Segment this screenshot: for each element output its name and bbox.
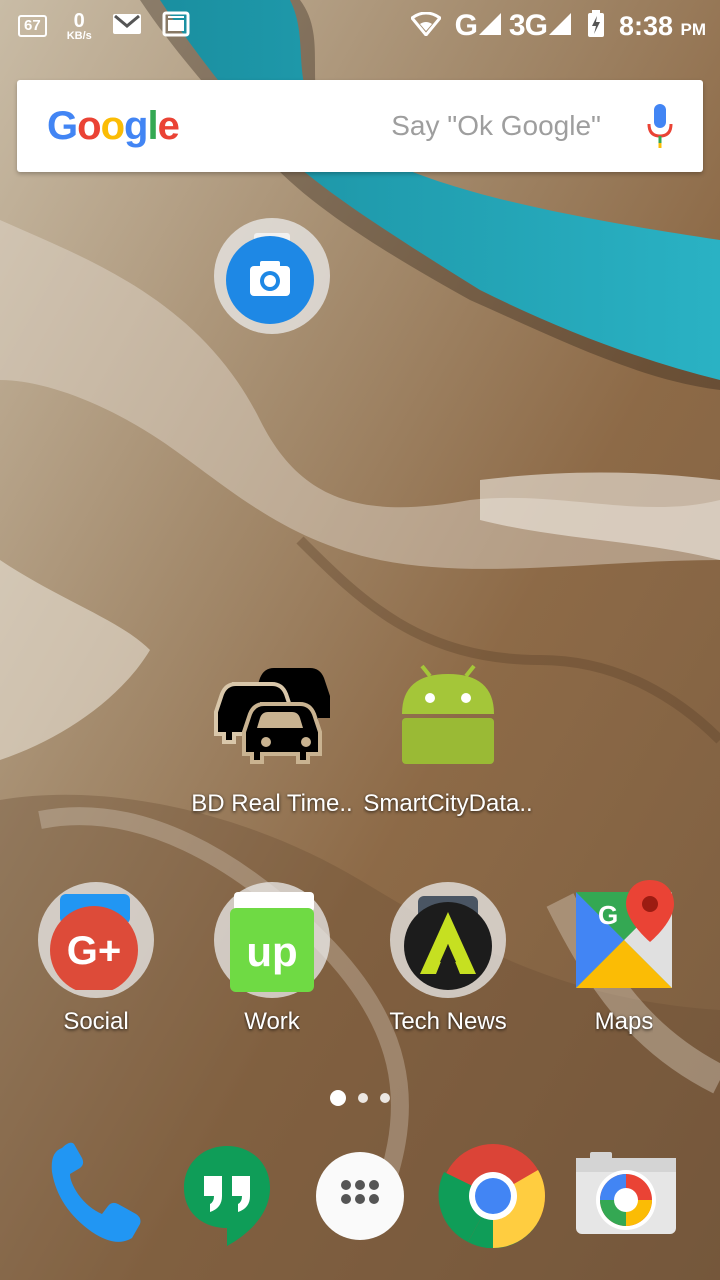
camera-app[interactable]: [570, 1138, 680, 1248]
svg-text:G: G: [598, 900, 618, 930]
chrome-icon: [438, 1144, 545, 1249]
clock-time: 8:38: [618, 10, 673, 41]
app-maps[interactable]: G Maps: [536, 880, 712, 1036]
app-bd-real-time[interactable]: BD Real Time..: [184, 662, 360, 818]
status-bar: 67 0 KB/s G 3G 8:38 PM: [0, 0, 720, 52]
signal-3g-label: 3G: [508, 9, 548, 42]
camera-icon: [226, 233, 314, 324]
google-search-bar[interactable]: Google Say "Ok Google": [17, 80, 703, 172]
google-logo: Google: [47, 103, 180, 148]
clock: 8:38 PM: [619, 11, 706, 42]
app-smartcitydata[interactable]: SmartCityData..: [360, 662, 536, 818]
app-label: Work: [244, 1008, 300, 1035]
app-label: Maps: [594, 1008, 654, 1035]
app-drawer-button[interactable]: [305, 1138, 415, 1248]
hangouts-icon: [184, 1146, 270, 1246]
battery-icon: 67: [18, 15, 47, 37]
news-app-icon: [404, 896, 492, 990]
network-speed-value: 0: [73, 9, 85, 32]
app-label: Social: [63, 1008, 129, 1035]
work-folder-icon: up: [212, 880, 332, 1000]
phone-icon: [51, 1142, 141, 1242]
page-dot-active: [330, 1090, 346, 1106]
app-label: BD Real Time..: [191, 790, 353, 817]
page-dot: [358, 1093, 368, 1103]
network-speed: 0 KB/s: [67, 11, 92, 42]
app-drawer-icon: [316, 1152, 404, 1240]
wallpaper: [0, 0, 720, 1280]
tech-news-folder-icon: [388, 880, 508, 1000]
camera-icon: [576, 1152, 676, 1234]
charging-battery-icon: [587, 9, 605, 43]
page-indicator: [0, 1090, 720, 1106]
phone-app[interactable]: [40, 1138, 150, 1248]
chrome-app[interactable]: [438, 1138, 548, 1249]
signal-icon: [547, 11, 573, 42]
folder-work[interactable]: up Work: [184, 880, 360, 1036]
signal-icon: [477, 11, 503, 42]
news-icon: [162, 11, 190, 42]
camera-shortcut[interactable]: [184, 216, 360, 336]
svg-text:G+: G+: [67, 929, 121, 973]
folder-tech-news[interactable]: Tech News: [360, 880, 536, 1036]
network-speed-unit: KB/s: [66, 29, 92, 42]
folder-social[interactable]: G+ Social: [8, 880, 184, 1036]
google-plus-icon: G+: [50, 894, 138, 990]
mic-icon[interactable]: [647, 104, 673, 148]
dock: [0, 1138, 720, 1258]
android-icon: [388, 662, 508, 782]
app-label: Tech News: [389, 1008, 507, 1035]
upwork-icon: up: [230, 892, 314, 992]
camera-folder[interactable]: [212, 216, 332, 336]
gmail-icon: [112, 12, 142, 41]
wifi-icon: [409, 11, 442, 41]
maps-icon: G: [564, 880, 684, 1000]
clock-ampm: PM: [680, 19, 707, 39]
social-folder-icon: G+: [36, 880, 156, 1000]
app-label: SmartCityData..: [363, 790, 533, 817]
cars-icon: [212, 662, 332, 782]
signal-g-label: G: [454, 9, 478, 42]
search-hint: Say "Ok Google": [391, 110, 601, 141]
svg-text:up: up: [246, 928, 297, 975]
hangouts-app[interactable]: [172, 1138, 282, 1248]
page-dot: [380, 1093, 390, 1103]
